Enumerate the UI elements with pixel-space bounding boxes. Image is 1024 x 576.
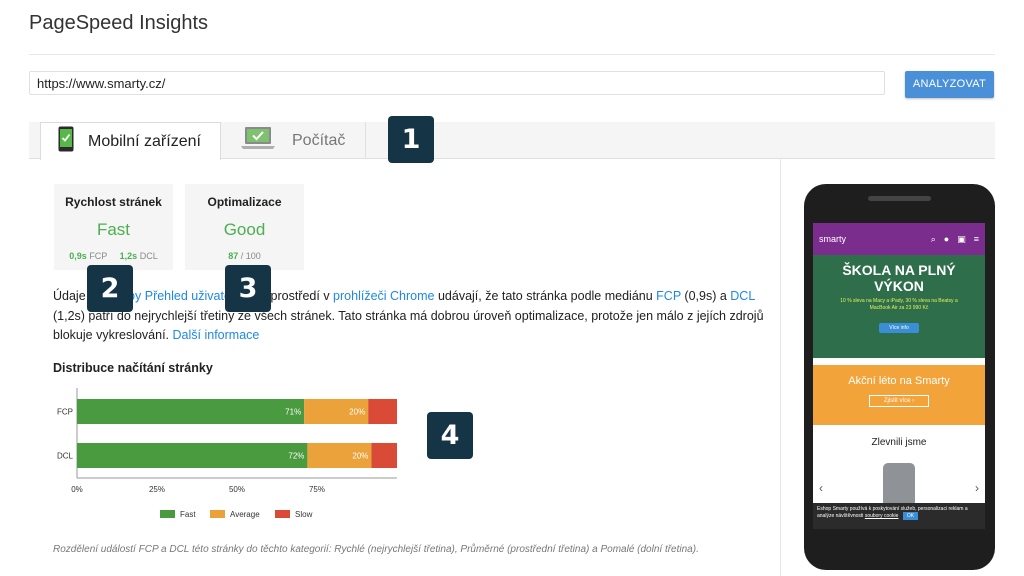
- site-logo: smarty: [819, 233, 846, 244]
- site-banner-school: ŠKOLA NA PLNÝ VÝKON 10 % sleva na Macy a…: [813, 255, 985, 358]
- bar-dcl-fast: [77, 443, 308, 468]
- field-data-description: Údaje ze služby Přehled uživatelského pr…: [53, 287, 773, 346]
- x-tick-label: 25%: [149, 485, 165, 494]
- analyze-button[interactable]: ANALYZOVAT: [905, 71, 994, 98]
- mobile-phone-icon: [58, 126, 74, 157]
- legend-swatch-slow: [275, 510, 290, 518]
- category-label-dcl: DCL: [57, 452, 74, 461]
- para-text-4: (0,9s) a: [680, 289, 731, 303]
- optimization-card-title: Optimalizace: [207, 195, 282, 209]
- speed-card-value: Fast: [96, 220, 131, 239]
- bar-label-fcp-fast: 71%: [285, 408, 301, 417]
- dcl-value: 1,2s: [119, 251, 138, 261]
- legend-swatch-average: [210, 510, 225, 518]
- speed-card-title: Rychlost stránek: [65, 195, 162, 209]
- banner-school-title: ŠKOLA NA PLNÝ VÝKON: [842, 262, 956, 294]
- fcp-label: FCP: [89, 251, 108, 261]
- callout-badge-1: 1: [388, 116, 434, 163]
- laptop-icon: [241, 126, 275, 155]
- dcl-link[interactable]: DCL: [730, 289, 755, 303]
- site-search-icon: ⌕: [930, 233, 936, 244]
- legend-label-fast: Fast: [180, 510, 196, 519]
- para-text-2: prostředí v: [270, 289, 334, 303]
- url-input[interactable]: https://www.smarty.cz/: [29, 71, 885, 95]
- page-title: PageSpeed Insights: [29, 12, 209, 34]
- para-text-1: Údaje: [53, 289, 86, 303]
- product-image: [883, 463, 915, 507]
- category-label-fcp: FCP: [57, 408, 73, 417]
- banner-school-text: 10 % sleva na Macy a iPady, 30 % sleva n…: [840, 298, 958, 311]
- tab-mobile-label: Mobilní zařízení: [88, 132, 201, 150]
- legend-label-average: Average: [230, 510, 260, 519]
- banner-school-button: Více info: [879, 323, 919, 333]
- speed-card-metrics: 0,9s FCP 1,2s DCL: [54, 251, 173, 261]
- fcp-link[interactable]: FCP: [656, 289, 681, 303]
- site-section-title: Zlevnili jsme: [871, 437, 927, 448]
- bar-label-dcl-average: 20%: [352, 452, 368, 461]
- legend-label-slow: Slow: [295, 510, 313, 519]
- legend-swatch-fast: [160, 510, 175, 518]
- dcl-label: DCL: [139, 251, 158, 261]
- cookie-bar: Eshop Smarty používá k poskytování služe…: [813, 503, 985, 529]
- distribution-chart: FCP 71% 20% DCL 72% 20% 0% 25% 50% 75% Fast Average…: [57, 388, 397, 519]
- banner-summer-title: Akční léto na Smarty: [848, 375, 950, 387]
- bar-label-fcp-average: 20%: [349, 408, 365, 417]
- bar-label-dcl-fast: 72%: [288, 452, 304, 461]
- optimization-score-max: / 100: [240, 251, 261, 261]
- phone-screenshot: smarty ⌕ ● ▣ ≡ ŠKOLA NA PLNÝ VÝKON 10 % …: [813, 223, 985, 529]
- optimization-score-value: 87: [228, 251, 239, 261]
- optimization-card-value: Good: [223, 220, 266, 239]
- site-header: smarty ⌕ ● ▣ ≡: [813, 223, 985, 255]
- column-divider: [780, 159, 781, 576]
- x-tick-label: 50%: [229, 485, 245, 494]
- divider: [29, 54, 995, 55]
- callout-badge-4: 4: [427, 412, 473, 459]
- tab-desktop[interactable]: Počítač: [222, 122, 366, 159]
- distribution-note: Rozdělení událostí FCP a DCL této stránk…: [53, 544, 699, 555]
- x-tick-label: 0%: [71, 485, 83, 494]
- bar-dcl-slow: [371, 443, 397, 468]
- chrome-link[interactable]: prohlížeči Chrome: [333, 289, 434, 303]
- callout-badge-2: 2: [87, 265, 133, 312]
- tab-desktop-label: Počítač: [292, 131, 346, 149]
- site-cart-icon: ▣: [957, 233, 966, 244]
- carousel-prev-icon: ‹: [819, 481, 823, 495]
- banner-summer-button: Zjistit více ›: [868, 395, 930, 407]
- x-tick-label: 75%: [309, 485, 325, 494]
- para-text-5: (1,2s) patří do nejrychlejší třetiny ze …: [53, 308, 764, 343]
- carousel-next-icon: ›: [975, 481, 979, 495]
- more-info-link[interactable]: Další informace: [173, 328, 260, 342]
- callout-badge-3: 3: [225, 265, 271, 312]
- site-menu-icon: ≡: [973, 234, 979, 244]
- tab-mobile[interactable]: Mobilní zařízení: [40, 122, 221, 160]
- site-user-icon: ●: [943, 234, 950, 244]
- distribution-title: Distribuce načítání stránky: [53, 361, 213, 375]
- cookie-link[interactable]: soubory cookie: [865, 513, 899, 519]
- phone-speaker: [868, 196, 931, 201]
- optimization-card: Optimalizace Good 87 / 100: [185, 184, 304, 270]
- bar-fcp-slow: [368, 399, 397, 424]
- optimization-score: 87 / 100: [185, 251, 304, 261]
- cookie-ok-button[interactable]: OK: [902, 512, 919, 520]
- speed-card: Rychlost stránek Fast 0,9s FCP 1,2s DCL: [54, 184, 173, 270]
- fcp-value: 0,9s: [69, 251, 87, 261]
- bar-fcp-fast: [77, 399, 305, 424]
- para-text-3: udávají, že tato stránka podle mediánu: [434, 289, 657, 303]
- site-banner-summer: Akční léto na Smarty Zjistit více ›: [813, 365, 985, 425]
